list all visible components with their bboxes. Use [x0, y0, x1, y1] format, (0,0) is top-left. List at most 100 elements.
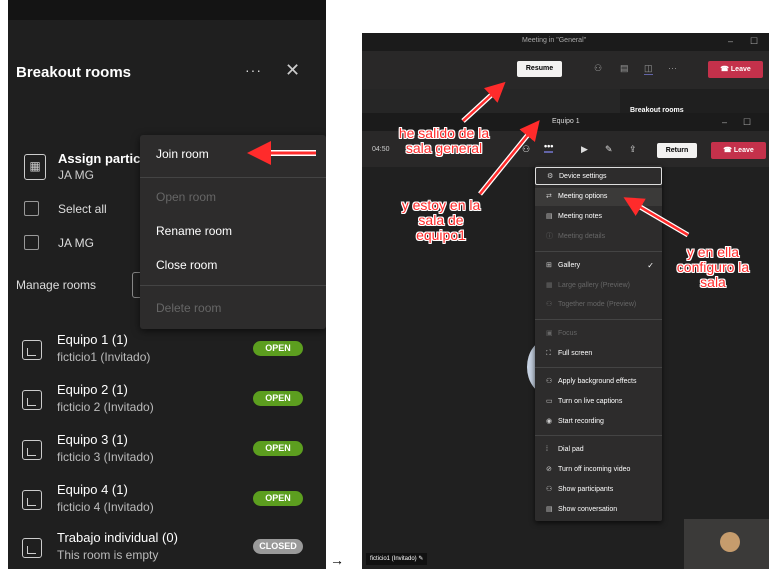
room-participant: ficticio 3 (Invitado): [57, 450, 154, 464]
annotation-note: he salido de la sala general: [398, 125, 490, 156]
annotation-note: y estoy en la sala de equipo1: [401, 197, 481, 243]
focus-icon: ▣: [546, 330, 553, 337]
large-gallery-icon: ▦: [546, 282, 553, 289]
room-participant: ficticio 2 (Invitado): [57, 400, 154, 414]
room-participant: This room is empty: [57, 548, 159, 562]
return-button[interactable]: Return: [657, 143, 697, 158]
room-name: Equipo 4 (1): [57, 482, 128, 497]
close-panel-button[interactable]: ✕: [285, 60, 300, 81]
menu-item-join-room[interactable]: Join room: [156, 147, 209, 161]
annotation-note: y en ella configuro la sala: [676, 244, 750, 290]
assign-participants-label[interactable]: Assign partic: [58, 151, 140, 166]
participants-icon[interactable]: ⚇: [522, 144, 530, 155]
participant-name-tag: ficticio1 (Invitado) ✎: [366, 553, 428, 565]
top-bar: [8, 0, 326, 20]
resume-button[interactable]: Resume: [517, 61, 562, 77]
room-row[interactable]: Equipo 4 (1) ficticio 4 (Invitado) OPEN: [8, 480, 326, 530]
room-icon: [22, 538, 42, 558]
room-leave-button[interactable]: ☎ Leave: [711, 142, 766, 159]
menu-item-show-conversation[interactable]: ▤ Show conversation: [535, 501, 662, 519]
menu-divider: [535, 435, 662, 436]
menu-item-full-screen[interactable]: ⛶ Full screen: [535, 345, 662, 363]
panel-title: Breakout rooms: [16, 64, 132, 81]
rooms-icon[interactable]: ◫: [644, 63, 653, 75]
minimize-button[interactable]: –: [728, 36, 733, 46]
menu-item-close-room[interactable]: Close room: [156, 258, 217, 272]
room-row[interactable]: Equipo 2 (1) ficticio 2 (Invitado) OPEN: [8, 380, 326, 430]
status-badge: CLOSED: [253, 539, 303, 554]
menu-item-rename-room[interactable]: Rename room: [156, 224, 232, 238]
menu-item-large-gallery: ▦ Large gallery (Preview): [535, 277, 662, 295]
notes-icon: ▤: [546, 213, 553, 220]
gear-icon: ⚙: [547, 173, 554, 180]
menu-item-live-captions[interactable]: ▭ Turn on live captions: [535, 393, 662, 411]
menu-item-start-recording[interactable]: ◉ Start recording: [535, 413, 662, 431]
menu-divider: [140, 285, 326, 286]
more-actions-button[interactable]: •••: [544, 141, 554, 153]
room-maximize-button[interactable]: ☐: [743, 117, 751, 128]
room-name: Equipo 2 (1): [57, 382, 128, 397]
assign-participants-sub: JA MG: [58, 168, 95, 182]
participant-checkbox[interactable]: [24, 235, 39, 250]
conversation-icon: ▤: [546, 506, 553, 513]
room-name: Equipo 1 (1): [57, 332, 128, 347]
room-minimize-button[interactable]: –: [722, 117, 727, 127]
select-all-label: Select all: [58, 202, 107, 216]
menu-item-meeting-notes[interactable]: ▤ Meeting notes: [535, 208, 662, 226]
status-badge: OPEN: [253, 491, 303, 506]
participant-label: JA MG: [58, 236, 95, 250]
status-badge: OPEN: [253, 391, 303, 406]
manage-rooms-label: Manage rooms: [16, 278, 97, 292]
menu-item-show-participants[interactable]: ⚇ Show participants: [535, 481, 662, 499]
menu-item-turn-off-video[interactable]: ⊘ Turn off incoming video: [535, 461, 662, 479]
participants-icon: ⚇: [546, 486, 553, 493]
room-icon: [22, 390, 42, 410]
more-actions-menu: ⚙ Device settings ⇄ Meeting options ▤ Meeti…: [535, 165, 662, 521]
menu-divider: [535, 251, 662, 252]
menu-item-device-settings[interactable]: ⚙ Device settings: [535, 167, 662, 185]
room-row[interactable]: Equipo 1 (1) ficticio1 (Invitado) OPEN: [8, 330, 326, 380]
select-all-checkbox[interactable]: [24, 201, 39, 216]
menu-divider: [140, 177, 326, 178]
share-icon[interactable]: ⇪: [629, 144, 637, 155]
options-icon: ⇄: [546, 193, 552, 200]
mic-off-icon[interactable]: ✎: [605, 144, 613, 155]
background-effects-icon: ⚇: [546, 378, 553, 385]
dial-pad-icon: ⁞: [546, 446, 548, 453]
maximize-button[interactable]: ☐: [750, 36, 758, 47]
room-context-menu: Join room Open room Rename room Close ro…: [140, 135, 326, 329]
leave-button[interactable]: ☎ Leave: [708, 61, 763, 78]
people-icon[interactable]: ⚇: [594, 63, 602, 74]
more-options-button[interactable]: ···: [245, 62, 262, 78]
menu-item-gallery[interactable]: ⊞ Gallery ✓: [535, 257, 662, 275]
menu-item-together-mode: ⚇ Together mode (Preview): [535, 296, 662, 314]
menu-item-open-room: Open room: [156, 190, 217, 204]
chat-icon[interactable]: ▤: [620, 63, 629, 74]
menu-item-background-effects[interactable]: ⚇ Apply background effects: [535, 373, 662, 391]
menu-item-meeting-details: ⓘ Meeting details: [535, 228, 662, 246]
room-icon: [22, 490, 42, 510]
menu-divider: [535, 367, 662, 368]
participant-name: ficticio1 (Invitado): [370, 556, 417, 562]
room-row[interactable]: Equipo 3 (1) ficticio 3 (Invitado) OPEN: [8, 430, 326, 480]
leave-label: Leave: [730, 66, 751, 73]
menu-divider: [535, 319, 662, 320]
status-badge: OPEN: [253, 341, 303, 356]
menu-item-focus: ▣ Focus: [535, 325, 662, 343]
room-window-title: Equipo 1: [552, 118, 580, 125]
room-leave-label: Leave: [733, 147, 754, 154]
room-row[interactable]: Trabajo individual (0) This room is empt…: [8, 528, 326, 569]
menu-item-meeting-options[interactable]: ⇄ Meeting options: [535, 188, 662, 206]
video-off-icon: ⊘: [546, 466, 552, 473]
check-icon: ✓: [647, 261, 654, 270]
room-icon: [22, 440, 42, 460]
room-name: Equipo 3 (1): [57, 432, 128, 447]
more-actions-icon[interactable]: ···: [668, 63, 677, 73]
assign-participants-icon[interactable]: ▦: [24, 154, 46, 180]
record-icon: ◉: [546, 418, 553, 425]
camera-off-icon[interactable]: ▶: [581, 144, 588, 155]
self-avatar: [720, 532, 740, 552]
menu-item-dial-pad[interactable]: ⁞ Dial pad: [535, 441, 662, 459]
room-name: Trabajo individual (0): [57, 530, 178, 545]
status-badge: OPEN: [253, 441, 303, 456]
